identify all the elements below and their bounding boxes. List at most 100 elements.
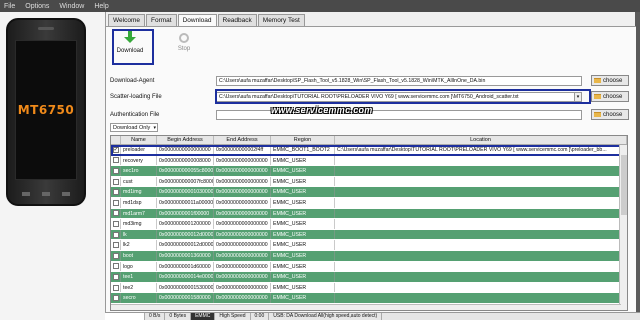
- cell-end-address: 0x0000000000000000: [214, 282, 271, 293]
- vertical-scrollbar[interactable]: [619, 145, 627, 310]
- cell-location[interactable]: [335, 250, 627, 261]
- cell-begin-address: 0x0000000000008000: [157, 155, 214, 166]
- menu-help[interactable]: Help: [94, 3, 108, 10]
- scatter-choose-button[interactable]: choose: [591, 91, 629, 102]
- checkbox[interactable]: [112, 167, 119, 174]
- tab-format[interactable]: Format: [145, 14, 177, 26]
- header-location[interactable]: Location: [335, 136, 627, 144]
- cell-name: preloader: [121, 145, 157, 155]
- cell-region: EMMC_USER: [271, 272, 335, 282]
- row-checkbox: [111, 219, 121, 229]
- checkbox[interactable]: [112, 145, 119, 155]
- download-agent-choose-button[interactable]: choose: [591, 75, 629, 86]
- cell-location[interactable]: [335, 219, 627, 229]
- folder-icon: [594, 78, 601, 83]
- checkbox[interactable]: [112, 189, 119, 196]
- menu-file[interactable]: File: [4, 3, 15, 10]
- cell-location[interactable]: [335, 240, 627, 250]
- cell-location[interactable]: [335, 208, 627, 219]
- cell-begin-address: 0x0000000000153000000: [159, 282, 214, 293]
- tab-memory-test[interactable]: Memory Test: [257, 14, 305, 26]
- table-row[interactable]: md1dsp 0x00000000011a00000 0x0000000000000…: [111, 197, 627, 209]
- scroll-thumb[interactable]: [621, 155, 627, 215]
- tab-readback[interactable]: Readback: [217, 14, 257, 26]
- tab-welcome[interactable]: Welcome: [108, 14, 145, 26]
- checkbox[interactable]: [112, 199, 119, 206]
- table-row[interactable]: lk2 0x000000000012d00000 0x000000000000000…: [111, 240, 627, 251]
- stop-button[interactable]: Stop: [164, 29, 204, 63]
- table-row[interactable]: logo 0x0000000001d60000 0x0000000000000000…: [111, 261, 627, 273]
- cell-name: sec1ro: [121, 166, 157, 176]
- cell-begin-address: 0x000000000055c8000: [159, 166, 214, 176]
- cell-location[interactable]: [335, 166, 627, 176]
- table-row[interactable]: boot 0x0000000001360000 0x0000000000000000…: [111, 250, 627, 262]
- partition-table: Name Begin Address End Address Region Lo…: [110, 135, 628, 311]
- checkbox[interactable]: [112, 242, 119, 249]
- cell-end-address: 0x0000000000000000: [214, 229, 271, 240]
- cell-region: EMMC_BOOT1_BOOT2: [271, 145, 335, 155]
- checkbox[interactable]: [112, 273, 119, 280]
- cell-location[interactable]: [335, 176, 627, 187]
- folder-icon: [594, 94, 601, 99]
- table-row[interactable]: lk 0x000000000012d00000 0x0000000000000000…: [111, 229, 627, 241]
- cell-region: EMMC_USER: [271, 166, 335, 176]
- row-checkbox: [111, 155, 121, 166]
- checkbox[interactable]: [112, 231, 119, 238]
- table-row[interactable]: preloader0x00000000000000000x00000000000…: [111, 145, 627, 156]
- cell-location[interactable]: C:\Users\aufa muzaffar\Desktop\TUTORIAL …: [335, 145, 627, 155]
- table-row[interactable]: md1img 0x0000000000103000000 0x00000000000…: [111, 187, 627, 198]
- table-row[interactable]: md1arm7 0x0000000001f00000 0x0000000000000…: [111, 208, 627, 220]
- header-begin[interactable]: Begin Address: [157, 136, 214, 144]
- device-panel: MT6750: [0, 12, 105, 320]
- header-name[interactable]: Name: [121, 136, 157, 144]
- table-row[interactable]: cust 0x000000000007fc8000 0x00000000000000…: [111, 176, 627, 188]
- cell-begin-address: 0x0000000000103000000: [159, 187, 214, 197]
- header-check[interactable]: [111, 136, 121, 144]
- header-end[interactable]: End Address: [214, 136, 271, 144]
- phone-speaker: [38, 27, 54, 30]
- checkbox[interactable]: [112, 178, 119, 185]
- chevron-down-icon: ▾: [153, 125, 156, 131]
- cell-location[interactable]: [335, 155, 627, 166]
- checkbox[interactable]: [112, 284, 119, 291]
- cell-name: md1img: [121, 187, 157, 197]
- cell-end-address: 0x0000000000000000: [214, 166, 271, 176]
- table-row[interactable]: secro 0x0000000001580000 0x000000000000000…: [111, 293, 627, 304]
- download-mode-select[interactable]: Download Only ▾: [110, 123, 158, 132]
- auth-choose-button[interactable]: choose: [591, 109, 629, 120]
- cell-name: recovery: [121, 155, 157, 166]
- table-row[interactable]: sec1ro 0x000000000055c8000 0x0000000000000…: [111, 166, 627, 177]
- cell-location[interactable]: [335, 187, 627, 197]
- status-storage: EMMC: [191, 313, 216, 320]
- download-agent-field[interactable]: C:\Users\aufa muzaffar\Desktop\SP_Flash_…: [216, 75, 582, 86]
- table-row[interactable]: recovery 0x0000000000008000 0x000000000000…: [111, 155, 627, 167]
- table-header: Name Begin Address End Address Region Lo…: [111, 136, 627, 145]
- checkbox[interactable]: [112, 157, 119, 164]
- cell-location[interactable]: [335, 229, 627, 240]
- status-bytes: 0 Bytes: [165, 313, 192, 320]
- menu-options[interactable]: Options: [25, 3, 49, 10]
- cell-region: EMMC_USER: [271, 250, 335, 261]
- cell-end-address: 0x0000000000000000: [214, 187, 271, 197]
- checkbox[interactable]: [112, 210, 119, 217]
- checkbox[interactable]: [112, 252, 119, 259]
- table-row[interactable]: md3img 0x0000000001200000 0x00000000000000…: [111, 219, 627, 230]
- header-region[interactable]: Region: [271, 136, 335, 144]
- cell-region: EMMC_USER: [271, 176, 335, 187]
- checkbox[interactable]: [112, 295, 119, 302]
- horizontal-scrollbar[interactable]: [111, 304, 621, 310]
- cell-location[interactable]: [335, 272, 627, 282]
- menu-window[interactable]: Window: [59, 3, 84, 10]
- checkbox[interactable]: [112, 263, 119, 270]
- cell-location[interactable]: [335, 261, 627, 272]
- cell-location[interactable]: [335, 197, 627, 208]
- status-speed: 0 B/s: [145, 313, 166, 320]
- table-row[interactable]: tee1 0x000000000014e00000 0x00000000000000…: [111, 272, 627, 283]
- stop-label: Stop: [177, 46, 191, 52]
- cell-location[interactable]: [335, 282, 627, 293]
- table-row[interactable]: tee2 0x0000000000153000000 0x0000000000000…: [111, 282, 627, 294]
- checkbox[interactable]: [112, 220, 119, 227]
- choose-label: choose: [603, 93, 623, 100]
- cell-begin-address: 0x000000000007fc8000: [159, 176, 214, 187]
- cell-location[interactable]: [335, 293, 627, 303]
